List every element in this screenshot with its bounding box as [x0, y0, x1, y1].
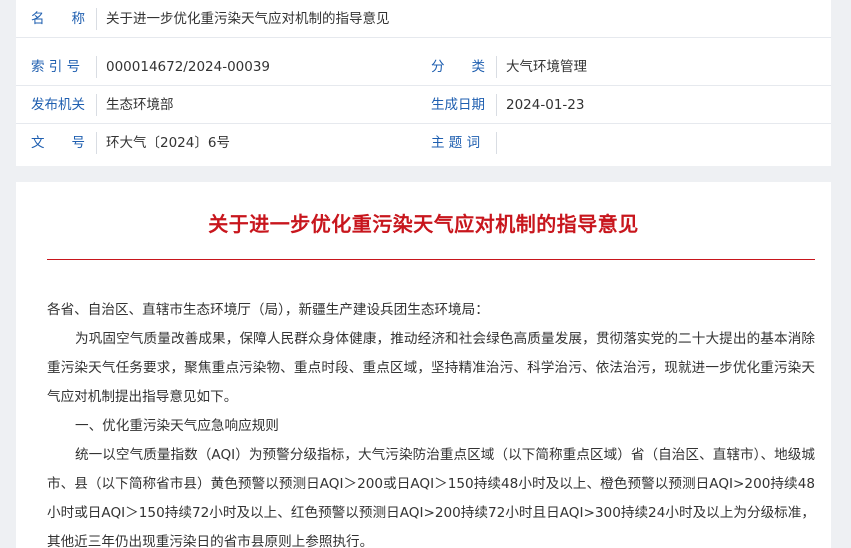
title-divider — [47, 259, 815, 260]
paragraph: 为巩固空气质量改善成果，保障人民群众身体健康，推动经济和社会绿色高质量发展，贯彻… — [47, 331, 815, 405]
document-title: 关于进一步优化重污染天气应对机制的指导意见 — [208, 212, 639, 236]
section-heading: 一、优化重污染天气应急响应规则 — [75, 418, 279, 434]
divider — [496, 94, 497, 116]
meta-row-name: 名 称 关于进一步优化重污染天气应对机制的指导意见 — [16, 0, 831, 38]
date-label: 生成日期 — [431, 97, 485, 113]
meta-row-index: 索 引 号 000014672/2024-00039 分 类 大气环境管理 — [16, 48, 831, 86]
issuer-value: 生态环境部 — [106, 97, 174, 113]
meta-row-issuer: 发布机关 生态环境部 生成日期 2024-01-23 — [16, 86, 831, 124]
document-metadata-panel: 名 称 关于进一步优化重污染天气应对机制的指导意见 索 引 号 00001467… — [16, 0, 831, 166]
divider — [96, 56, 97, 78]
category-value: 大气环境管理 — [506, 59, 587, 75]
salutation: 各省、自治区、直辖市生态环境厅（局），新疆生产建设兵团生态环境局： — [47, 302, 489, 318]
divider — [96, 132, 97, 154]
index-label: 索 引 号 — [31, 59, 81, 75]
date-value: 2024-01-23 — [506, 97, 585, 113]
meta-row-docno: 文 号 环大气〔2024〕6号 主 题 词 — [16, 124, 831, 162]
divider — [496, 56, 497, 78]
name-value: 关于进一步优化重污染天气应对机制的指导意见 — [106, 11, 390, 27]
document-body: 各省、自治区、直辖市生态环境厅（局），新疆生产建设兵团生态环境局： 为巩固空气质… — [47, 296, 815, 548]
name-label: 名 称 — [31, 11, 85, 27]
divider — [96, 94, 97, 116]
issuer-label: 发布机关 — [31, 97, 85, 113]
paragraph: 统一以空气质量指数（AQI）为预警分级指标，大气污染防治重点区域（以下简称重点区… — [47, 447, 815, 548]
divider — [96, 8, 97, 30]
index-value: 000014672/2024-00039 — [106, 59, 271, 75]
docno-value: 环大气〔2024〕6号 — [106, 135, 230, 151]
divider — [496, 132, 497, 154]
docno-label: 文 号 — [31, 135, 85, 151]
category-label: 分 类 — [431, 59, 485, 75]
keywords-label: 主 题 词 — [431, 135, 481, 151]
document-content: 关于进一步优化重污染天气应对机制的指导意见 各省、自治区、直辖市生态环境厅（局）… — [16, 182, 831, 548]
